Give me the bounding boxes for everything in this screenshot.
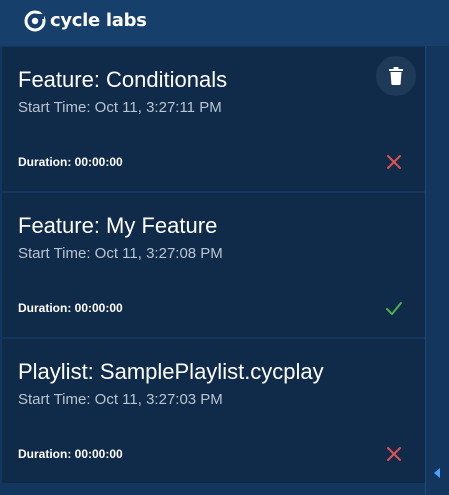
brand-logo: cycle labs: [24, 10, 147, 32]
result-start-time: Start Time: Oct 11, 3:27:11 PM: [18, 99, 222, 116]
result-card[interactable]: Feature: Conditionals Start Time: Oct 11…: [2, 47, 425, 191]
trash-icon: [389, 67, 403, 85]
chevron-left-icon[interactable]: [434, 468, 440, 478]
delete-button[interactable]: [376, 56, 416, 96]
x-icon: [387, 447, 401, 461]
result-duration: Duration: 00:00:00: [18, 155, 123, 169]
result-title: Playlist: SamplePlaylist.cycplay: [18, 359, 324, 384]
check-icon: [386, 302, 402, 315]
result-duration: Duration: 00:00:00: [18, 447, 123, 461]
cycle-logo-icon: [24, 10, 46, 32]
app-window: cycle labs Feature: Conditionals Start T…: [0, 0, 449, 495]
collapse-panel-handle[interactable]: [425, 47, 449, 495]
result-duration: Duration: 00:00:00: [18, 301, 123, 315]
header-bar: cycle labs: [0, 0, 449, 46]
result-card[interactable]: Playlist: SamplePlaylist.cycplay Start T…: [2, 339, 425, 483]
result-title: Feature: Conditionals: [18, 67, 228, 92]
result-start-time: Start Time: Oct 11, 3:27:08 PM: [18, 245, 223, 262]
result-title: Feature: My Feature: [18, 213, 218, 238]
brand-name: cycle labs: [50, 10, 147, 31]
result-card[interactable]: Feature: My Feature Start Time: Oct 11, …: [2, 193, 425, 337]
result-start-time: Start Time: Oct 11, 3:27:03 PM: [18, 391, 223, 408]
x-icon: [387, 155, 401, 169]
results-list: Feature: Conditionals Start Time: Oct 11…: [2, 47, 425, 495]
